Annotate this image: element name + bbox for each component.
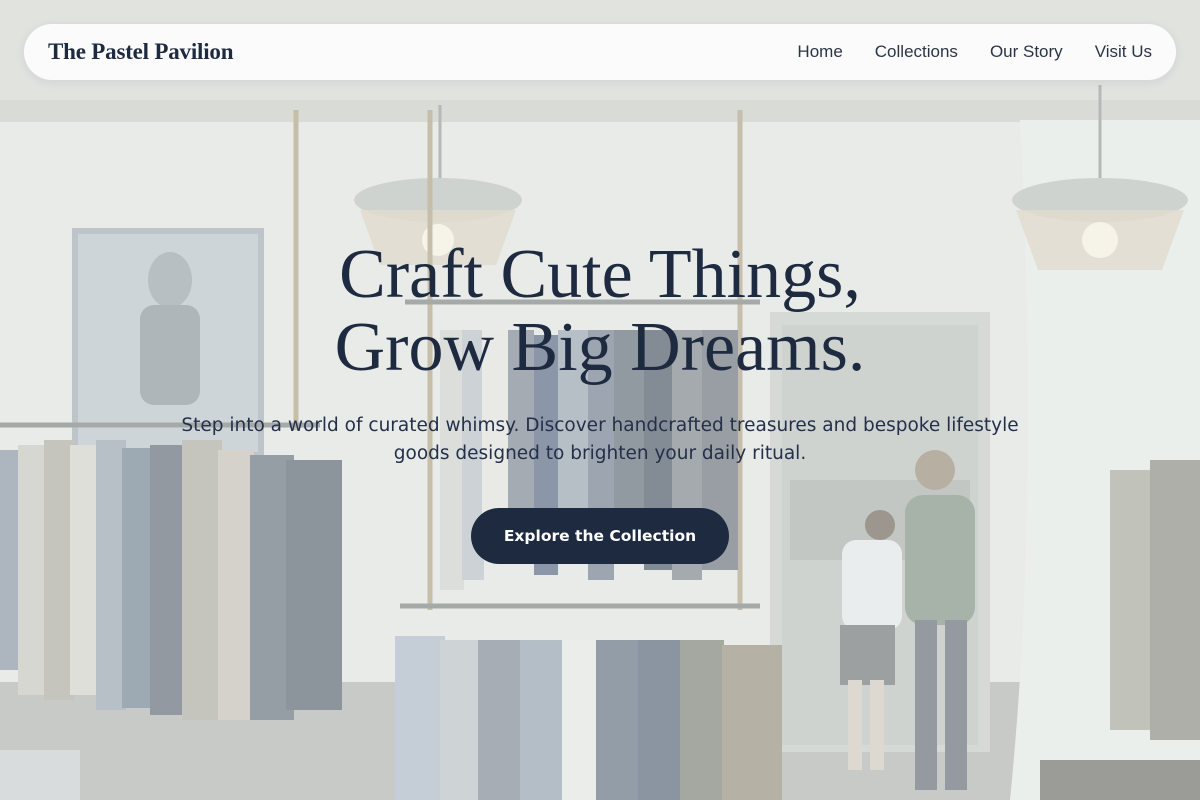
hero-title: Craft Cute Things, Grow Big Dreams.	[0, 238, 1200, 384]
hero-title-line-1: Craft Cute Things,	[339, 236, 861, 313]
top-navbar: The Pastel Pavilion Home Collections Our…	[24, 24, 1176, 80]
nav-link-visit-us[interactable]: Visit Us	[1095, 42, 1152, 62]
nav-link-home[interactable]: Home	[797, 42, 842, 62]
nav-link-collections[interactable]: Collections	[875, 42, 958, 62]
hero-title-line-2: Grow Big Dreams.	[334, 309, 866, 386]
hero-subtitle: Step into a world of curated whimsy. Dis…	[181, 415, 1019, 464]
brand-logo-text[interactable]: The Pastel Pavilion	[48, 39, 234, 65]
nav-link-our-story[interactable]: Our Story	[990, 42, 1063, 62]
explore-collection-button[interactable]: Explore the Collection	[470, 508, 730, 564]
hero-section: Craft Cute Things, Grow Big Dreams. Step…	[0, 238, 1200, 564]
nav-links: Home Collections Our Story Visit Us	[765, 42, 1152, 62]
